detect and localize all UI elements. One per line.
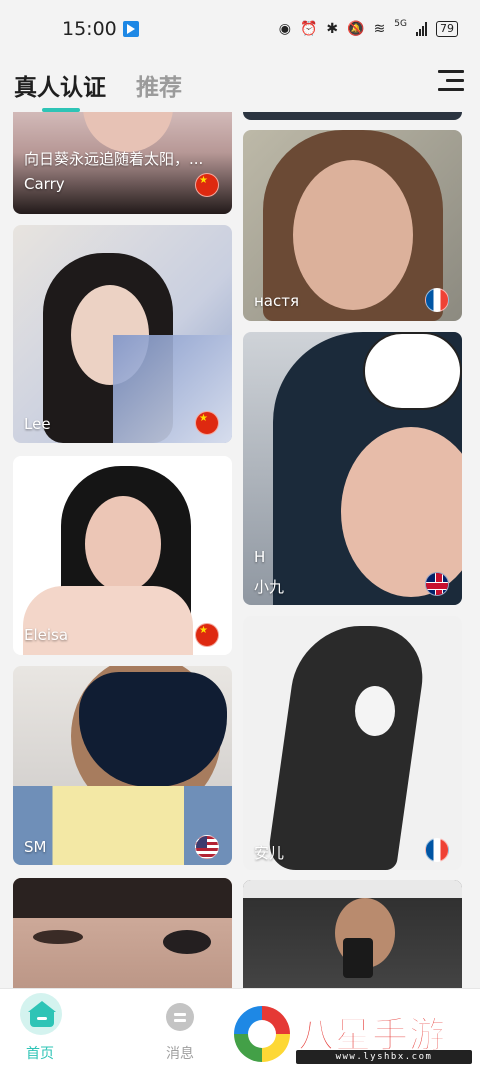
tab-recommended[interactable]: 推荐: [136, 68, 182, 102]
uk-flag-icon: [425, 572, 449, 596]
status-icons: ◉ ⏰ ✱ 🔕 ≋ 5G 79: [278, 19, 458, 37]
france-flag-icon: [425, 288, 449, 312]
profile-photo: [243, 880, 462, 898]
menu-icon[interactable]: [438, 70, 464, 92]
profile-name: Eleisa: [24, 626, 69, 644]
eye-shape: [163, 930, 211, 954]
profile-card[interactable]: H 小九: [243, 332, 462, 605]
profile-caption: 向日葵永远追随着太阳，...: [24, 150, 204, 168]
profile-name: SM: [24, 838, 47, 856]
watermark-url: www.lyshbx.com: [296, 1050, 472, 1064]
profile-subtitle: H: [254, 548, 266, 566]
profile-photo: [13, 878, 232, 918]
profile-card[interactable]: [243, 112, 462, 120]
profile-name: 小九: [254, 578, 285, 596]
clock: 15:00: [62, 18, 117, 40]
profile-card[interactable]: 安儿: [243, 616, 462, 870]
face-shape: [85, 496, 161, 592]
profile-photo: [83, 112, 173, 152]
message-icon[interactable]: [166, 1003, 194, 1031]
bluetooth-icon: ✱: [326, 21, 339, 37]
eye-icon: ◉: [278, 21, 291, 37]
profile-card[interactable]: [13, 878, 232, 988]
header: 真人认证 推荐: [0, 58, 480, 112]
china-flag-icon: [195, 411, 219, 435]
tab-verified[interactable]: 真人认证: [14, 68, 106, 102]
profile-card[interactable]: 向日葵永远追随着太阳，... Carry: [13, 112, 232, 214]
profile-name: 安儿: [254, 844, 285, 862]
phone-shape: [343, 938, 373, 978]
signal-icon: [416, 22, 427, 36]
china-flag-icon: [195, 173, 219, 197]
eye-shape: [33, 930, 83, 944]
battery-icon: 79: [436, 21, 458, 37]
status-bar: 15:00 ◉ ⏰ ✱ 🔕 ≋ 5G 79: [0, 0, 480, 58]
cat-sticker: [363, 332, 462, 410]
face-shape: [355, 686, 395, 736]
nav-label-messages[interactable]: 消息: [140, 1043, 220, 1063]
usa-flag-icon: [195, 835, 219, 859]
profile-name: Carry: [24, 175, 65, 193]
home-icon[interactable]: [28, 1001, 56, 1027]
profile-name: настя: [254, 292, 300, 310]
shirt-shape: [23, 586, 193, 655]
location-arrow-icon: [122, 21, 139, 37]
network-type: 5G: [394, 19, 407, 29]
profile-card[interactable]: настя: [243, 130, 462, 321]
watermark: 八星手游网 www.lyshbx.com: [230, 1004, 475, 1067]
profile-photo: [265, 626, 431, 870]
profile-name: Lee: [24, 415, 51, 433]
home-icon-door: [37, 1017, 47, 1020]
watermark-logo-icon: [234, 1006, 290, 1062]
status-time: 15:00: [62, 18, 139, 40]
profile-feed[interactable]: 向日葵永远追随着太阳，... Carry Lee Eleisa SM: [0, 112, 480, 988]
nav-label-home[interactable]: 首页: [0, 1043, 80, 1063]
profile-card[interactable]: SM: [13, 666, 232, 865]
alarm-icon: ⏰: [299, 21, 318, 37]
mute-icon: 🔕: [347, 21, 365, 37]
profile-card[interactable]: [243, 880, 462, 988]
wifi-icon: ≋: [373, 21, 386, 37]
france-flag-icon: [425, 838, 449, 862]
china-flag-icon: [195, 623, 219, 647]
profile-card[interactable]: Lee: [13, 225, 232, 443]
profile-card[interactable]: Eleisa: [13, 456, 232, 655]
face-shape: [293, 160, 413, 310]
